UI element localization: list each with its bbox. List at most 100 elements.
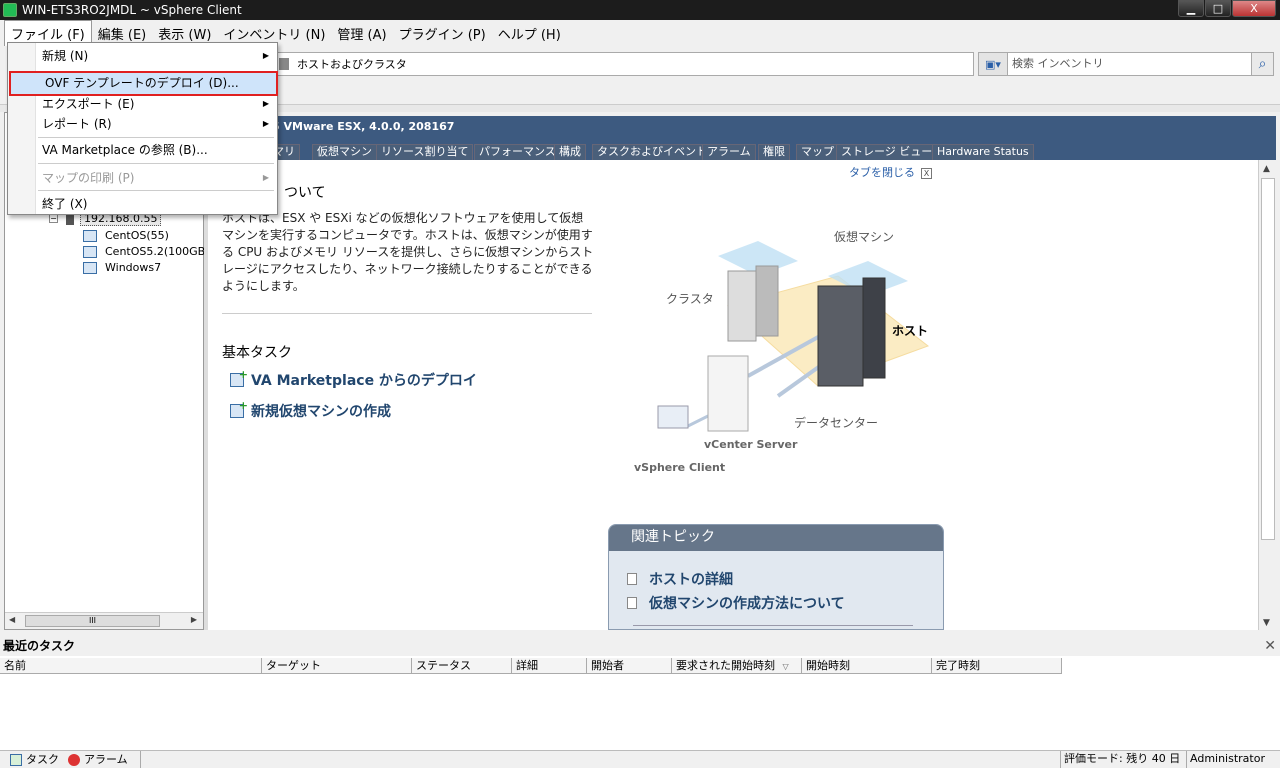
menu-separator: [38, 190, 274, 191]
tree-vm-label: Windows7: [105, 261, 162, 274]
menu-plugin[interactable]: プラグイン (P): [393, 21, 492, 46]
diagram-vcenter-label: vCenter Server: [704, 438, 798, 451]
create-vm-link[interactable]: 新規仮想マシンの作成: [230, 399, 391, 421]
window-title: WIN-ETS3RO2JMDL ~ vSphere Client: [22, 3, 242, 17]
collapse-icon[interactable]: −: [49, 214, 58, 223]
diagram-datacenter-label: データセンター: [794, 416, 879, 430]
menu-item-report-label: レポート (R): [42, 117, 112, 131]
status-tasks-label: タスク: [26, 752, 59, 766]
status-bar: タスク アラーム 評価モード: 残り 40 日 Administrator: [0, 750, 1280, 768]
recent-tasks-panel: 最近のタスク ✕ 名前 ターゲット ステータス 詳細 開始者 要求された開始時刻…: [0, 636, 1280, 750]
window-controls: ▁ □ X: [1177, 0, 1276, 17]
divider: [222, 313, 592, 314]
column-header[interactable]: 詳細: [512, 658, 587, 674]
scroll-right-icon[interactable]: ▶: [191, 615, 197, 624]
close-button[interactable]: X: [1232, 0, 1276, 17]
tab-configuration[interactable]: 構成: [554, 144, 586, 160]
tree-vm-item[interactable]: CentOS5.2(100GB)_: [83, 245, 215, 258]
close-tab-icon[interactable]: X: [921, 168, 932, 179]
minimize-button[interactable]: ▁: [1178, 0, 1204, 17]
menu-item-deploy-ovf[interactable]: OVF テンプレートのデプロイ (D)...: [9, 71, 278, 96]
column-header[interactable]: ターゲット: [262, 658, 412, 674]
basic-tasks-title: 基本タスク: [222, 345, 292, 361]
scroll-thumb[interactable]: [1261, 178, 1275, 540]
vm-icon: [83, 261, 97, 274]
tab-bar: マリ 仮想マシン リソース割り当て パフォーマンス 構成 タスクおよびイベント …: [208, 142, 1276, 160]
tree-vm-label: CentOS(55): [105, 229, 169, 242]
search-input[interactable]: 検索 インベントリ: [1008, 52, 1252, 76]
file-menu-dropdown: 新規 (N) ▶ OVF テンプレートのデプロイ (D)... エクスポート (E…: [7, 42, 278, 215]
breadcrumb-label: ホストおよびクラスタ: [297, 58, 407, 71]
new-vm-icon: [230, 399, 248, 418]
status-tasks-tab[interactable]: タスク: [10, 751, 59, 768]
scroll-down-icon[interactable]: ▼: [1263, 618, 1270, 628]
menu-item-export[interactable]: エクスポート (E) ▶: [8, 94, 277, 114]
tree-vm-label: CentOS5.2(100GB)_: [105, 245, 216, 258]
tab-hardware-status[interactable]: Hardware Status: [932, 144, 1034, 160]
main-vertical-scrollbar[interactable]: ▲ ▼: [1258, 160, 1276, 630]
search-icon[interactable]: ⌕: [1252, 52, 1274, 76]
related-topics-title: 関連トピック: [609, 525, 943, 551]
tab-vms[interactable]: 仮想マシン: [312, 144, 377, 160]
menu-admin[interactable]: 管理 (A): [331, 21, 392, 46]
close-tab-link[interactable]: タブを閉じる X: [849, 164, 932, 180]
column-header[interactable]: 名前: [0, 658, 262, 674]
maximize-button[interactable]: □: [1205, 0, 1231, 17]
tab-alarms[interactable]: アラーム: [702, 144, 756, 160]
main-panel: 5 VMware ESX, 4.0.0, 208167 マリ 仮想マシン リソー…: [208, 116, 1276, 630]
search-box: ▣▾ 検索 インベントリ ⌕: [978, 52, 1274, 76]
close-icon[interactable]: ✕: [1264, 636, 1276, 656]
column-header[interactable]: 開始時刻: [802, 658, 932, 674]
host-diagram: 仮想マシン クラスタ ホスト データセンター vCenter Server vS…: [628, 216, 948, 486]
tab-maps[interactable]: マップ: [796, 144, 839, 160]
section-title: ついて: [284, 185, 326, 201]
alarm-icon: [68, 753, 80, 766]
tree-vm-item[interactable]: Windows7: [83, 261, 161, 274]
document-icon: [627, 597, 637, 609]
column-header-sorted[interactable]: 要求された開始時刻 ▽: [672, 658, 802, 674]
vm-howto-label: 仮想マシンの作成方法について: [649, 596, 845, 612]
column-header[interactable]: ステータス: [412, 658, 512, 674]
column-header[interactable]: 開始者: [587, 658, 672, 674]
tab-resource-allocation[interactable]: リソース割り当て: [376, 144, 474, 160]
menu-item-va-marketplace[interactable]: VA Marketplace の参照 (B)...: [8, 140, 277, 160]
search-scope-dropdown-icon[interactable]: ▣▾: [978, 52, 1008, 76]
menu-item-new[interactable]: 新規 (N) ▶: [8, 46, 277, 66]
vm-howto-link[interactable]: 仮想マシンの作成方法について: [627, 593, 845, 613]
eval-mode-status: 評価モード: 残り 40 日: [1060, 751, 1180, 768]
menu-item-new-label: 新規 (N): [42, 49, 89, 63]
column-header[interactable]: 完了時刻: [932, 658, 1062, 674]
scroll-left-icon[interactable]: ◀: [9, 615, 15, 624]
deploy-marketplace-label: VA Marketplace からのデプロイ: [251, 373, 477, 389]
related-divider: [633, 625, 913, 626]
tab-permissions[interactable]: 権限: [758, 144, 790, 160]
tab-performance[interactable]: パフォーマンス: [474, 144, 561, 160]
tab-tasks-events[interactable]: タスクおよびイベント: [592, 144, 712, 160]
diagram-host-label: ホスト: [892, 324, 929, 338]
status-divider: [140, 751, 144, 768]
tree-vm-item[interactable]: CentOS(55): [83, 229, 169, 242]
host-description: ホストは、ESX や ESXi などの仮想化ソフトウェアを使用して仮想マシンを実…: [222, 211, 594, 293]
tab-storage-views[interactable]: ストレージ ビュー: [836, 144, 938, 160]
document-icon: [627, 573, 637, 585]
breadcrumb[interactable]: ホストおよびクラスタ: [274, 52, 974, 76]
host-details-label: ホストの詳細: [649, 572, 733, 588]
recent-tasks-title: 最近のタスク: [3, 639, 76, 653]
status-alarms-tab[interactable]: アラーム: [68, 751, 128, 768]
menu-separator: [38, 137, 274, 138]
status-alarms-label: アラーム: [84, 752, 128, 766]
submenu-arrow-icon: ▶: [262, 51, 269, 60]
title-bar: WIN-ETS3RO2JMDL ~ vSphere Client ▁ □ X: [0, 0, 1280, 20]
host-details-link[interactable]: ホストの詳細: [627, 569, 733, 589]
submenu-arrow-icon: ▶: [262, 99, 269, 108]
related-topics-panel: 関連トピック ホストの詳細 仮想マシンの作成方法について: [608, 524, 944, 630]
scroll-up-icon[interactable]: ▲: [1263, 164, 1270, 174]
menu-item-exit[interactable]: 終了 (X): [8, 194, 277, 214]
create-vm-label: 新規仮想マシンの作成: [251, 404, 391, 420]
tree-horizontal-scrollbar[interactable]: ◀ III ▶: [5, 612, 203, 629]
deploy-marketplace-link[interactable]: VA Marketplace からのデプロイ: [230, 368, 477, 390]
menu-item-report[interactable]: レポート (R) ▶: [8, 114, 277, 134]
scroll-thumb[interactable]: III: [25, 615, 160, 627]
menu-help[interactable]: ヘルプ (H): [492, 21, 567, 46]
user-status: Administrator: [1186, 751, 1265, 768]
